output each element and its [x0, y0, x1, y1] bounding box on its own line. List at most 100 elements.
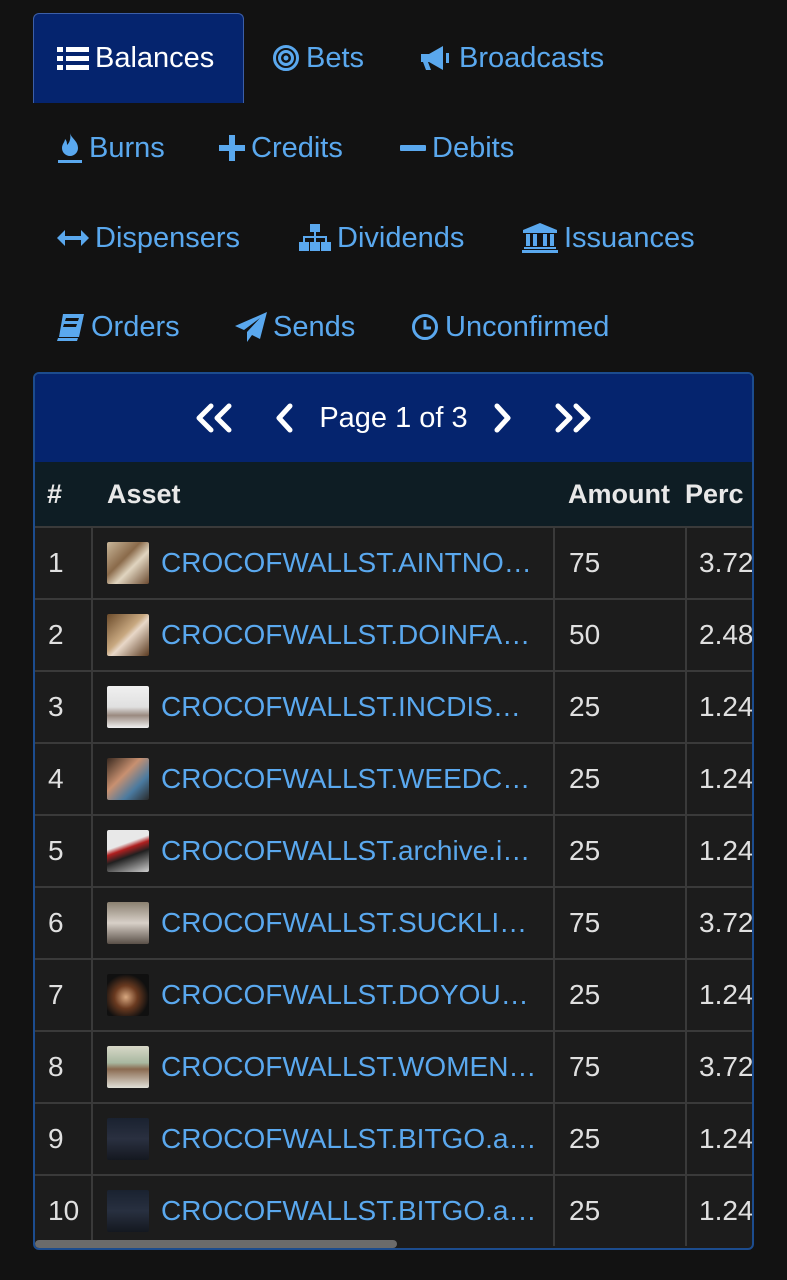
asset-cell: CROCOFWALLST.BITGO.ar…	[95, 1176, 555, 1246]
asset-link[interactable]: CROCOFWALLST.AINTNO…	[161, 547, 532, 579]
tab-label: Dividends	[337, 221, 465, 254]
balances-panel: Page 1 of 3 # Asset Amount Perc 1 CROCOF…	[33, 372, 754, 1250]
first-page-button[interactable]	[193, 403, 235, 433]
amount-cell: 25	[557, 1104, 687, 1174]
row-number: 5	[35, 816, 93, 886]
prev-page-button[interactable]	[275, 403, 295, 433]
row-number: 3	[35, 672, 93, 742]
row-number: 7	[35, 960, 93, 1030]
percent-cell: 3.72	[699, 547, 754, 578]
tab-bets[interactable]: Bets	[272, 13, 364, 103]
tab-label: Credits	[251, 131, 343, 164]
amount-cell: 75	[557, 528, 687, 598]
horizontal-scrollbar[interactable]	[35, 1240, 397, 1248]
page-indicator: Page 1 of 3	[319, 401, 468, 434]
asset-cell: CROCOFWALLST.AINTNO…	[95, 528, 555, 598]
asset-thumbnail	[107, 902, 149, 944]
row-number: 8	[35, 1032, 93, 1102]
table-row: 8 CROCOFWALLST.WOMEN… 75 3.72	[35, 1030, 752, 1102]
column-header-amount[interactable]: Amount	[568, 462, 670, 526]
asset-thumbnail	[107, 1118, 149, 1160]
row-number: 2	[35, 600, 93, 670]
row-number: 6	[35, 888, 93, 958]
tab-debits[interactable]: Debits	[400, 103, 514, 193]
column-header-percent[interactable]: Perc	[685, 462, 744, 526]
asset-thumbnail	[107, 542, 149, 584]
amount-cell: 25	[557, 744, 687, 814]
amount-cell: 25	[557, 672, 687, 742]
amount-cell: 50	[557, 600, 687, 670]
tab-label: Burns	[89, 131, 165, 164]
tab-label: Dispensers	[95, 221, 241, 254]
asset-thumbnail	[107, 686, 149, 728]
double-chevron-left-icon	[196, 403, 232, 433]
tab-dispensers[interactable]: Dispensers	[57, 193, 240, 283]
chevron-left-icon	[276, 403, 293, 433]
asset-thumbnail	[107, 614, 149, 656]
amount-cell: 75	[557, 1032, 687, 1102]
percent-cell: 1.24	[699, 835, 754, 866]
fire-icon	[57, 132, 83, 164]
last-page-button[interactable]	[552, 403, 594, 433]
next-page-button[interactable]	[492, 403, 512, 433]
asset-link[interactable]: CROCOFWALLST.DOYOUR…	[161, 979, 543, 1011]
tab-credits[interactable]: Credits	[219, 103, 343, 193]
asset-link[interactable]: CROCOFWALLST.INCDISM…	[161, 691, 543, 723]
tab-orders[interactable]: Orders	[57, 282, 180, 372]
clock-icon	[411, 313, 439, 341]
tab-label: Debits	[432, 131, 515, 164]
tab-burns[interactable]: Burns	[57, 103, 165, 193]
table-row: 1 CROCOFWALLST.AINTNO… 75 3.72	[35, 526, 752, 598]
asset-link[interactable]: CROCOFWALLST.WEEDCO…	[161, 763, 543, 795]
table-row: 2 CROCOFWALLST.DOINFA… 50 2.48	[35, 598, 752, 670]
tab-balances[interactable]: Balances	[33, 13, 244, 103]
asset-link[interactable]: CROCOFWALLST.WOMEN…	[161, 1051, 536, 1083]
table-row: 10 CROCOFWALLST.BITGO.ar… 25 1.24	[35, 1174, 752, 1246]
asset-cell: CROCOFWALLST.archive.i…	[95, 816, 555, 886]
list-icon	[57, 46, 89, 72]
table-row: 3 CROCOFWALLST.INCDISM… 25 1.24	[35, 670, 752, 742]
tab-broadcasts[interactable]: Broadcasts	[419, 13, 604, 103]
asset-link[interactable]: CROCOFWALLST.archive.i…	[161, 835, 530, 867]
amount-cell: 25	[557, 960, 687, 1030]
percent-cell: 1.24	[699, 979, 754, 1010]
asset-cell: CROCOFWALLST.WOMEN…	[95, 1032, 555, 1102]
column-header-num[interactable]: #	[47, 462, 62, 526]
asset-link[interactable]: CROCOFWALLST.DOINFA…	[161, 619, 530, 651]
tab-label: Balances	[95, 42, 215, 74]
percent-cell: 1.24	[699, 1195, 754, 1226]
asset-thumbnail	[107, 974, 149, 1016]
asset-cell: CROCOFWALLST.INCDISM…	[95, 672, 555, 742]
amount-cell: 75	[557, 888, 687, 958]
asset-link[interactable]: CROCOFWALLST.BITGO.ar…	[161, 1195, 543, 1227]
asset-thumbnail	[107, 1190, 149, 1232]
table-header: # Asset Amount Perc	[35, 462, 752, 526]
row-number: 9	[35, 1104, 93, 1174]
bank-icon	[522, 223, 558, 253]
table-row: 7 CROCOFWALLST.DOYOUR… 25 1.24	[35, 958, 752, 1030]
asset-link[interactable]: CROCOFWALLST.BITGO.ar…	[161, 1123, 543, 1155]
row-number: 10	[35, 1176, 93, 1246]
tab-unconfirmed[interactable]: Unconfirmed	[411, 282, 609, 372]
percent-cell: 1.24	[699, 763, 754, 794]
row-number: 1	[35, 528, 93, 598]
tab-label: Orders	[91, 310, 180, 343]
asset-cell: CROCOFWALLST.SUCKLIK…	[95, 888, 555, 958]
tab-issuances[interactable]: Issuances	[522, 193, 695, 283]
asset-cell: CROCOFWALLST.DOYOUR…	[95, 960, 555, 1030]
tab-label: Unconfirmed	[445, 310, 610, 343]
asset-thumbnail	[107, 830, 149, 872]
column-header-asset[interactable]: Asset	[107, 462, 181, 526]
asset-cell: CROCOFWALLST.DOINFA…	[95, 600, 555, 670]
asset-thumbnail	[107, 1046, 149, 1088]
tab-label: Bets	[306, 41, 365, 74]
asset-cell: CROCOFWALLST.BITGO.ar…	[95, 1104, 555, 1174]
tab-sends[interactable]: Sends	[235, 282, 355, 372]
balances-table-body: 1 CROCOFWALLST.AINTNO… 75 3.72 2 CROCOFW…	[35, 526, 752, 1246]
minus-icon	[400, 135, 426, 161]
asset-thumbnail	[107, 758, 149, 800]
tab-dividends[interactable]: Dividends	[299, 193, 464, 283]
bullseye-icon	[272, 44, 300, 72]
asset-link[interactable]: CROCOFWALLST.SUCKLIK…	[161, 907, 543, 939]
paper-plane-icon	[235, 312, 267, 342]
